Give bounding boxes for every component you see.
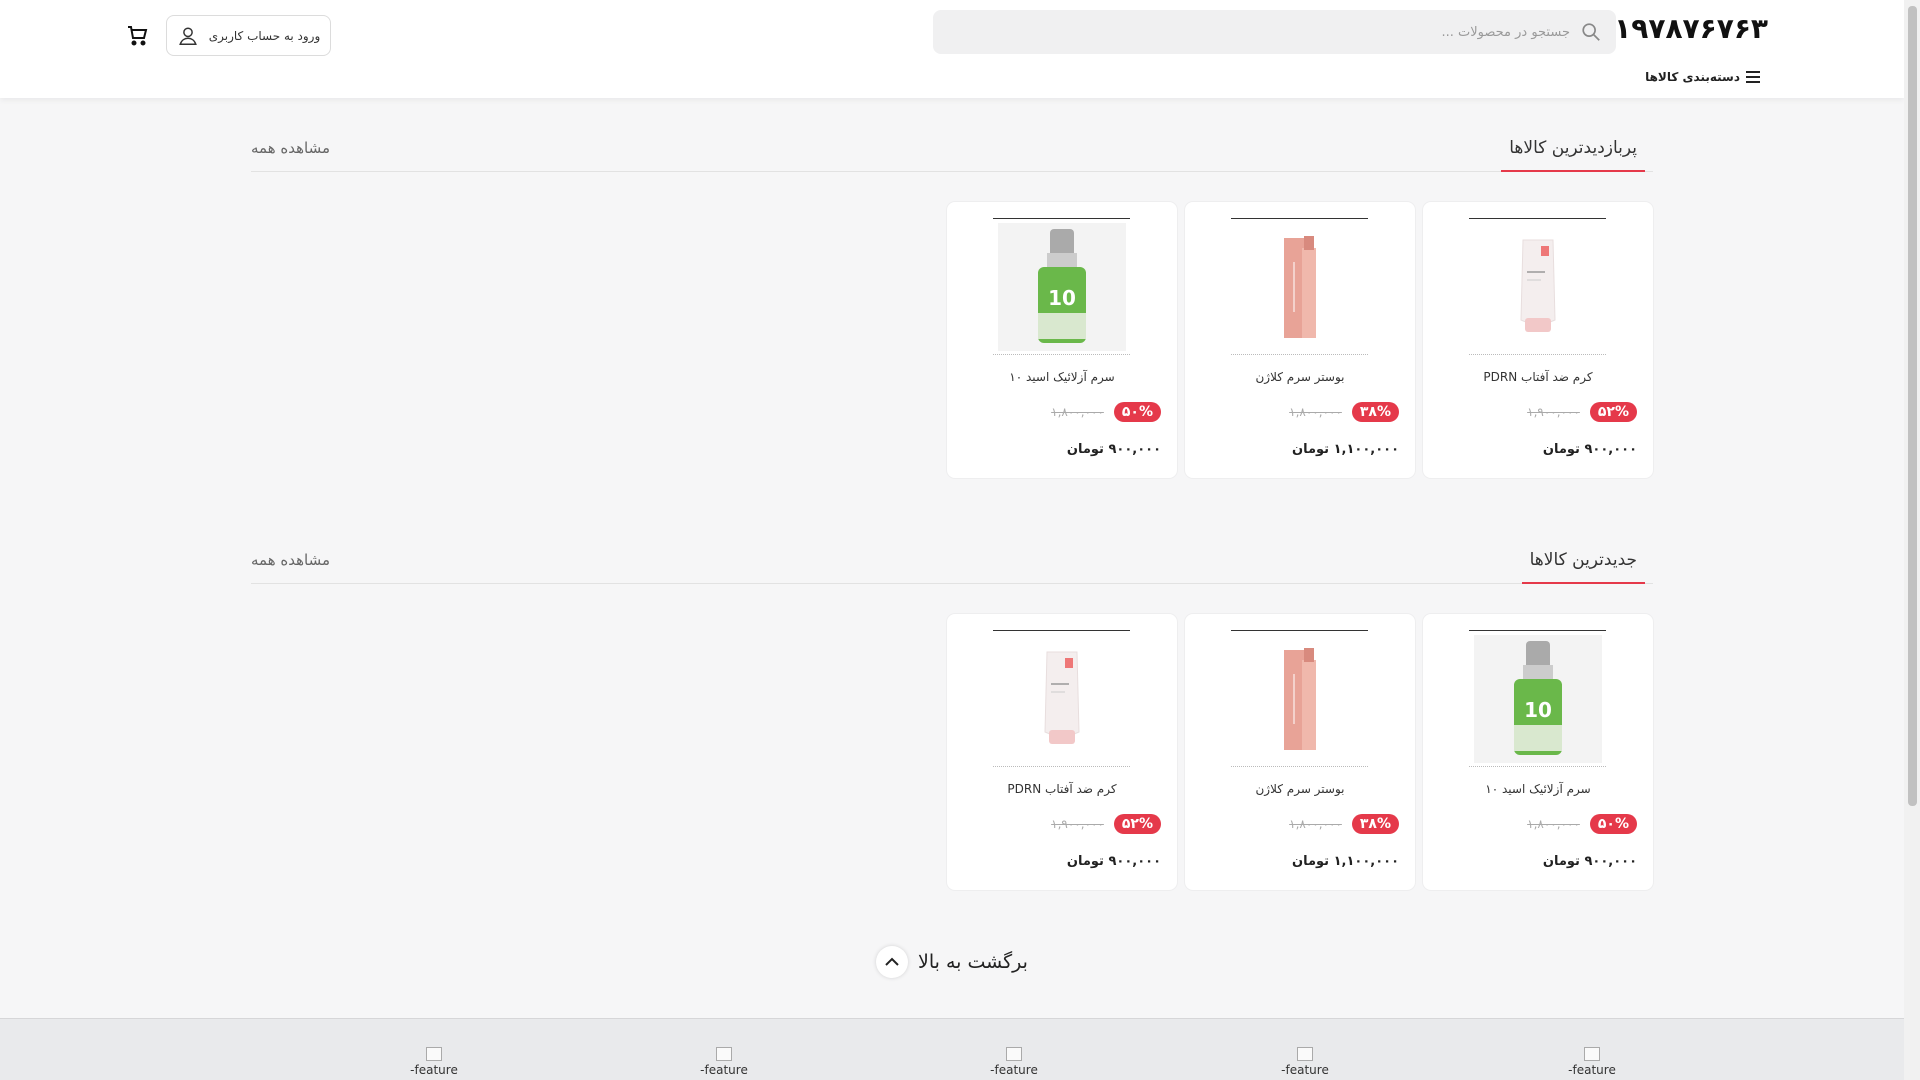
discount-badge: ۵۰% (1113, 402, 1161, 422)
product-name[interactable]: سرم آزلائیک اسید ۱۰ (947, 370, 1177, 384)
search-input[interactable] (970, 24, 1570, 40)
price-row: ۵۲% ۱,۹۰۰,۰۰۰ (1439, 402, 1637, 422)
feature-label: feature- (1281, 1063, 1329, 1077)
product-name[interactable]: کرم ضد آفتاب PDRN (947, 782, 1177, 796)
cart-icon (128, 26, 148, 46)
old-price: ۱,۸۰۰,۰۰۰ (1051, 405, 1104, 419)
old-price: ۱,۸۰۰,۰۰۰ (1289, 817, 1342, 831)
product-price: ۱,۱۰۰,۰۰۰ تومان (1291, 442, 1399, 457)
discount-badge: ۳۸% (1351, 814, 1399, 834)
categories-menu[interactable]: دسته‌بندی کالاها (1645, 70, 1760, 84)
search-bar[interactable] (933, 10, 1616, 54)
back-to-top-button[interactable]: برگشت به بالا (876, 944, 1028, 980)
broken-image-icon (716, 1047, 732, 1061)
section-title: جدیدترین کالاها (1521, 540, 1645, 584)
price-row: ۳۸% ۱,۸۰۰,۰۰۰ (1201, 402, 1399, 422)
view-all-link[interactable]: مشاهده همه (251, 540, 330, 580)
old-price: ۱,۸۰۰,۰۰۰ (1289, 405, 1342, 419)
old-price: ۱,۸۰۰,۰۰۰ (1527, 817, 1580, 831)
chevron-up-icon (876, 946, 908, 978)
product-name[interactable]: بوستر سرم کلاژن (1185, 370, 1415, 384)
product-card[interactable]: بوستر سرم کلاژن ۳۸% ۱,۸۰۰,۰۰۰ ۱,۱۰۰,۰۰۰ توم… (1185, 614, 1415, 890)
product-card[interactable]: بوستر سرم کلاژن ۳۸% ۱,۸۰۰,۰۰۰ ۱,۱۰۰,۰۰۰ توم… (1185, 202, 1415, 478)
section-title: پربازدیدترین کالاها (1501, 128, 1645, 172)
user-icon (178, 26, 197, 45)
feature-item: feature- (404, 1047, 464, 1077)
product-price: ۹۰۰,۰۰۰ تومان (1066, 442, 1161, 457)
feature-label: feature- (1568, 1063, 1616, 1077)
product-card[interactable]: کرم ضد آفتاب PDRN ۵۲% ۱,۹۰۰,۰۰۰ ۹۰۰,۰۰۰ توم… (1423, 202, 1653, 478)
product-image[interactable] (1231, 630, 1368, 767)
categories-label: دسته‌بندی کالاها (1645, 70, 1740, 84)
broken-image-icon (1006, 1047, 1022, 1061)
price-row: ۵۰% ۱,۸۰۰,۰۰۰ (1439, 814, 1637, 834)
svg-text:10: 10 (1524, 698, 1552, 722)
product-list: 10 سرم آزلائیک اسید ۱۰ ۵۰% ۱,۸۰۰,۰۰۰ ۹۰۰,۰۰۰… (947, 614, 1653, 890)
product-price: ۹۰۰,۰۰۰ تومان (1542, 442, 1637, 457)
discount-badge: ۵۰% (1589, 814, 1637, 834)
site-header: ۹۱۹۷۸۷۶۷۶۳ ورود به حساب کاربری دسته‌بندی… (0, 0, 1904, 98)
broken-image-icon (1297, 1047, 1313, 1061)
scrollbar-thumb[interactable] (1908, 6, 1917, 806)
login-button[interactable]: ورود به حساب کاربری (166, 15, 331, 56)
product-name[interactable]: سرم آزلائیک اسید ۱۰ (1423, 782, 1653, 796)
login-button-label: ورود به حساب کاربری (208, 28, 321, 43)
product-price: ۹۰۰,۰۰۰ تومان (1542, 854, 1637, 869)
broken-image-icon (426, 1047, 442, 1061)
product-name[interactable]: بوستر سرم کلاژن (1185, 782, 1415, 796)
feature-item: feature- (694, 1047, 754, 1077)
product-image[interactable]: 10 (1469, 630, 1606, 767)
cart-button[interactable] (122, 20, 152, 50)
section-header: پربازدیدترین کالاها مشاهده همه (251, 128, 1653, 172)
feature-item: feature- (984, 1047, 1044, 1077)
price-row: ۵۰% ۱,۸۰۰,۰۰۰ (963, 402, 1161, 422)
product-image[interactable] (993, 630, 1130, 767)
price-row: ۳۸% ۱,۸۰۰,۰۰۰ (1201, 814, 1399, 834)
product-list: کرم ضد آفتاب PDRN ۵۲% ۱,۹۰۰,۰۰۰ ۹۰۰,۰۰۰ توم… (947, 202, 1653, 478)
product-image[interactable]: 10 (993, 218, 1130, 355)
discount-badge: ۵۲% (1113, 814, 1161, 834)
product-card[interactable]: 10 سرم آزلائیک اسید ۱۰ ۵۰% ۱,۸۰۰,۰۰۰ ۹۰۰,۰۰۰… (1423, 614, 1653, 890)
discount-badge: ۳۸% (1351, 402, 1399, 422)
price-row: ۵۲% ۱,۹۰۰,۰۰۰ (963, 814, 1161, 834)
svg-text:10: 10 (1048, 286, 1076, 310)
old-price: ۱,۹۰۰,۰۰۰ (1051, 817, 1104, 831)
footer-features: feature- feature- feature- feature- feat… (0, 1018, 1904, 1080)
view-all-link[interactable]: مشاهده همه (251, 128, 330, 168)
product-name[interactable]: کرم ضد آفتاب PDRN (1423, 370, 1653, 384)
scrollbar[interactable] (1904, 0, 1920, 1080)
newest-section: جدیدترین کالاها مشاهده همه 10 سرم آزلائیک… (251, 540, 1653, 890)
old-price: ۱,۹۰۰,۰۰۰ (1527, 405, 1580, 419)
broken-image-icon (1584, 1047, 1600, 1061)
feature-item: feature- (1275, 1047, 1335, 1077)
feature-label: feature- (700, 1063, 748, 1077)
feature-label: feature- (990, 1063, 1038, 1077)
product-price: ۹۰۰,۰۰۰ تومان (1066, 854, 1161, 869)
product-card[interactable]: کرم ضد آفتاب PDRN ۵۲% ۱,۹۰۰,۰۰۰ ۹۰۰,۰۰۰ توم… (947, 614, 1177, 890)
feature-label: feature- (410, 1063, 458, 1077)
feature-item: feature- (1562, 1047, 1622, 1077)
product-image[interactable] (1231, 218, 1368, 355)
section-header: جدیدترین کالاها مشاهده همه (251, 540, 1653, 584)
discount-badge: ۵۲% (1589, 402, 1637, 422)
product-card[interactable]: 10 سرم آزلائیک اسید ۱۰ ۵۰% ۱,۸۰۰,۰۰۰ ۹۰۰,۰۰۰… (947, 202, 1177, 478)
search-icon[interactable] (1580, 21, 1602, 43)
product-price: ۱,۱۰۰,۰۰۰ تومان (1291, 854, 1399, 869)
most-viewed-section: پربازدیدترین کالاها مشاهده همه کرم ضد آف… (251, 128, 1653, 478)
hamburger-icon (1746, 71, 1760, 83)
back-to-top-label: برگشت به بالا (918, 951, 1028, 973)
product-image[interactable] (1469, 218, 1606, 355)
site-logo[interactable]: ۹۱۹۷۸۷۶۷۶۳ (1597, 12, 1768, 45)
